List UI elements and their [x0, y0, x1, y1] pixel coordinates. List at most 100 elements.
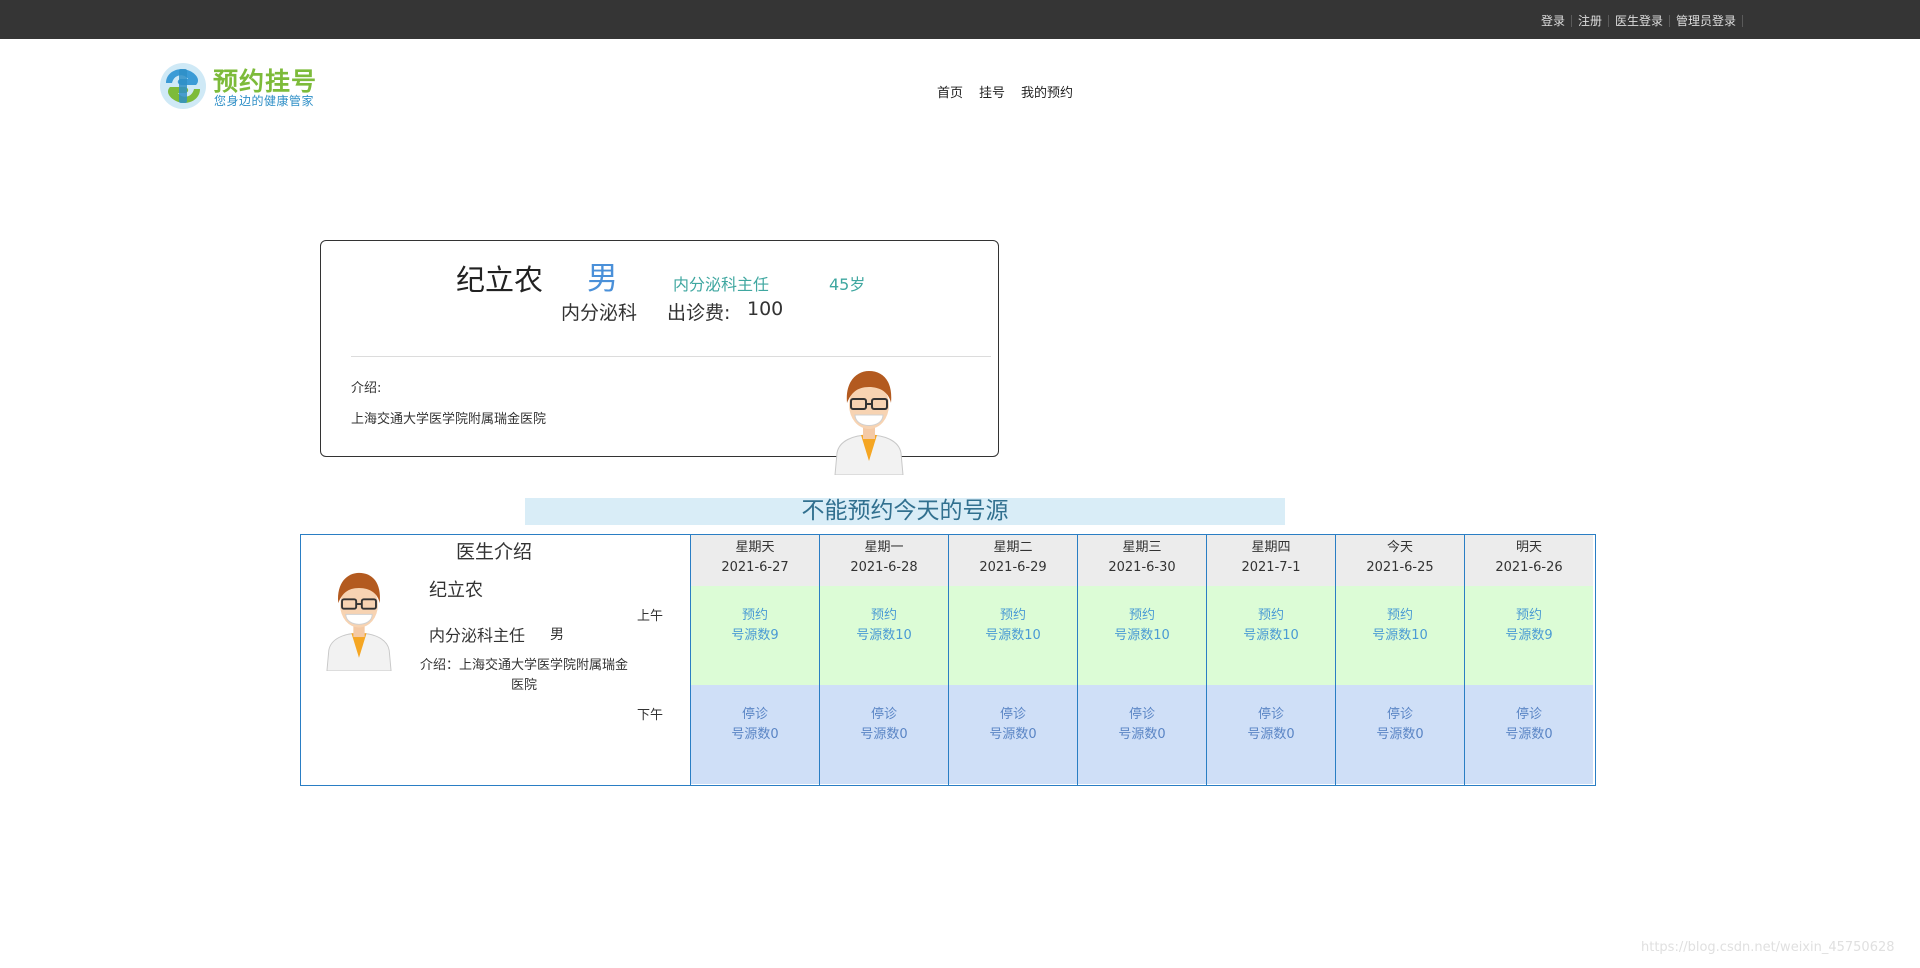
doctor-title: 内分泌科主任: [673, 275, 770, 294]
day-header: 星期四 2021-7-1: [1207, 535, 1335, 586]
slot-count: 号源数10: [1114, 628, 1170, 643]
day-weekday: 今天: [1386, 540, 1413, 555]
slot-count: 号源数0: [731, 727, 779, 742]
fee-value: 100: [747, 298, 784, 320]
day-column: 星期四 2021-7-1 预约 号源数10 停诊 号源数0: [1206, 535, 1335, 785]
day-weekday: 星期天: [735, 540, 775, 555]
slot-count: 号源数0: [1247, 727, 1295, 742]
nav-register[interactable]: 挂号: [979, 82, 1005, 101]
day-date: 2021-6-25: [1366, 560, 1434, 575]
day-column: 今天 2021-6-25 预约 号源数10 停诊 号源数0: [1335, 535, 1464, 785]
doctor-age: 45岁: [829, 275, 866, 294]
slot-status: 停诊: [999, 707, 1026, 722]
logo-mark-icon: [160, 63, 206, 109]
day-column: 星期天 2021-6-27 预约 号源数9 停诊 号源数0: [690, 535, 819, 785]
afternoon-slot[interactable]: 停诊 号源数0: [1078, 685, 1206, 784]
slot-count: 号源数10: [856, 628, 912, 643]
slot-status: 预约: [1128, 608, 1155, 623]
slot-count: 号源数0: [860, 727, 908, 742]
morning-slot[interactable]: 预约 号源数10: [1336, 586, 1464, 685]
slot-count: 号源数10: [1372, 628, 1428, 643]
slot-status: 预约: [1515, 608, 1542, 623]
nav-my-appointments[interactable]: 我的预约: [1021, 82, 1073, 101]
slot-status: 预约: [741, 608, 768, 623]
day-weekday: 明天: [1515, 540, 1542, 555]
slot-status: 停诊: [1257, 707, 1284, 722]
morning-slot[interactable]: 预约 号源数9: [1465, 586, 1593, 685]
day-header: 星期一 2021-6-28: [820, 535, 948, 586]
slot-status: 预约: [870, 608, 897, 623]
admin-login-link[interactable]: 管理员登录: [1676, 12, 1736, 29]
afternoon-label: 下午: [637, 708, 664, 723]
morning-slot[interactable]: 预约 号源数10: [1207, 586, 1335, 685]
day-date: 2021-6-28: [850, 560, 918, 575]
slot-status: 停诊: [1515, 707, 1542, 722]
slot-status: 预约: [1386, 608, 1413, 623]
slot-count: 号源数9: [1505, 628, 1553, 643]
day-header: 明天 2021-6-26: [1465, 535, 1593, 586]
login-link[interactable]: 登录: [1541, 12, 1565, 29]
morning-label: 上午: [637, 609, 664, 624]
slot-count: 号源数0: [989, 727, 1037, 742]
day-weekday: 星期二: [993, 540, 1033, 555]
info-doctor-title: 内分泌科主任: [429, 626, 526, 645]
schedule-days: 星期天 2021-6-27 预约 号源数9 停诊 号源数0 星期一 2021-6…: [690, 535, 1593, 785]
divider: [1742, 14, 1743, 27]
slot-count: 号源数10: [1243, 628, 1299, 643]
doctor-department: 内分泌科: [561, 302, 638, 324]
doctor-login-link[interactable]: 医生登录: [1615, 12, 1663, 29]
intro-text: 上海交通大学医学院附属瑞金医院: [351, 412, 547, 427]
top-links: 登录 注册 医生登录 管理员登录: [1541, 12, 1749, 29]
afternoon-slot[interactable]: 停诊 号源数0: [1465, 685, 1593, 784]
day-column: 星期三 2021-6-30 预约 号源数10 停诊 号源数0: [1077, 535, 1206, 785]
afternoon-slot[interactable]: 停诊 号源数0: [949, 685, 1077, 784]
notice-banner: 不能预约今天的号源: [525, 498, 1285, 525]
day-column: 星期二 2021-6-29 预约 号源数10 停诊 号源数0: [948, 535, 1077, 785]
morning-slot[interactable]: 预约 号源数10: [1078, 586, 1206, 685]
card-divider: [351, 356, 991, 357]
day-header: 星期二 2021-6-29: [949, 535, 1077, 586]
slot-count: 号源数0: [1118, 727, 1166, 742]
doctor-card: 纪立农 男 内分泌科主任 45岁 内分泌科 出诊费: 100 介绍: 上海交通大…: [320, 240, 999, 475]
day-weekday: 星期一: [864, 540, 904, 555]
doctor-avatar-icon: [834, 371, 904, 475]
slot-count: 号源数10: [985, 628, 1041, 643]
slot-status: 停诊: [741, 707, 768, 722]
slot-status: 停诊: [1128, 707, 1155, 722]
slot-status: 预约: [999, 608, 1026, 623]
morning-slot[interactable]: 预约 号源数10: [949, 586, 1077, 685]
slot-count: 号源数9: [731, 628, 779, 643]
info-doctor-gender: 男: [550, 627, 564, 643]
morning-slot[interactable]: 预约 号源数10: [820, 586, 948, 685]
info-doctor-intro: 介绍：上海交通大学医学院附属瑞金医院: [419, 658, 628, 693]
divider: [1607, 14, 1609, 27]
doctor-info-panel: 医生介绍 纪立农 内分泌科主任 男 介绍：上海交通大学医学院附属瑞金医院 上午 …: [301, 535, 690, 785]
main-nav: 首页 挂号 我的预约: [937, 82, 1073, 101]
nav-home[interactable]: 首页: [937, 82, 963, 101]
day-column: 明天 2021-6-26 预约 号源数9 停诊 号源数0: [1464, 535, 1593, 785]
afternoon-slot[interactable]: 停诊 号源数0: [691, 685, 819, 784]
afternoon-slot[interactable]: 停诊 号源数0: [1336, 685, 1464, 784]
afternoon-slot[interactable]: 停诊 号源数0: [1207, 685, 1335, 784]
divider: [1668, 14, 1670, 27]
divider: [1570, 14, 1572, 27]
afternoon-slot[interactable]: 停诊 号源数0: [820, 685, 948, 784]
day-header: 今天 2021-6-25: [1336, 535, 1464, 586]
day-column: 星期一 2021-6-28 预约 号源数10 停诊 号源数0: [819, 535, 948, 785]
day-header: 星期三 2021-6-30: [1078, 535, 1206, 586]
slot-status: 预约: [1257, 608, 1284, 623]
day-date: 2021-6-26: [1495, 560, 1563, 575]
logo-slogan: 您身边的健康管家: [214, 94, 315, 108]
day-date: 2021-7-1: [1241, 560, 1301, 575]
doctor-name: 纪立农: [456, 263, 544, 297]
site-logo[interactable]: 预约挂号 您身边的健康管家: [158, 61, 328, 113]
slot-count: 号源数0: [1376, 727, 1424, 742]
top-bar: 登录 注册 医生登录 管理员登录: [0, 0, 1920, 39]
info-heading: 医生介绍: [456, 541, 533, 563]
fee-label: 出诊费:: [667, 302, 731, 324]
day-date: 2021-6-29: [979, 560, 1047, 575]
morning-slot[interactable]: 预约 号源数9: [691, 586, 819, 685]
day-weekday: 星期三: [1122, 540, 1162, 555]
register-link[interactable]: 注册: [1578, 12, 1602, 29]
day-date: 2021-6-27: [721, 560, 789, 575]
